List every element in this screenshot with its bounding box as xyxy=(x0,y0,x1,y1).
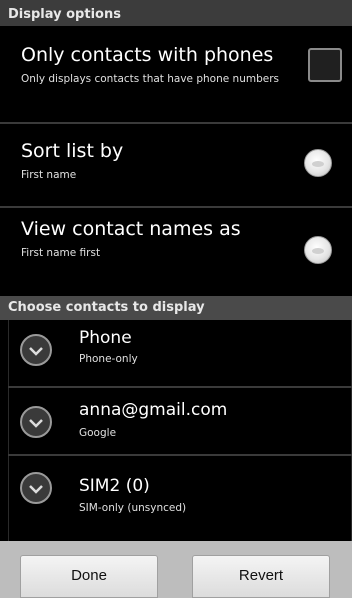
account-type: Google xyxy=(79,427,117,439)
display-options-header: Display options xyxy=(0,0,352,26)
account-type: Phone-only xyxy=(79,353,138,365)
sort-list-title: Sort list by xyxy=(21,140,124,162)
sort-list-value: First name xyxy=(21,169,77,181)
account-name: Phone xyxy=(79,328,132,348)
view-names-radio-icon[interactable] xyxy=(304,236,332,264)
account-row-google[interactable]: anna@gmail.com Google xyxy=(8,388,352,454)
done-button[interactable]: Done xyxy=(20,555,158,598)
account-row-phone[interactable]: Phone Phone-only xyxy=(8,320,352,386)
choose-contacts-header: Choose contacts to display xyxy=(0,296,352,320)
chevron-down-icon[interactable] xyxy=(20,334,52,366)
account-name: anna@gmail.com xyxy=(79,400,228,420)
view-contact-names-row[interactable]: View contact names as First name first xyxy=(0,208,352,296)
button-bar: Done Revert xyxy=(0,541,352,598)
only-contacts-with-phones-row[interactable]: Only contacts with phones Only displays … xyxy=(0,26,352,122)
account-type: SIM-only (unsynced) xyxy=(79,502,187,514)
account-row-sim2[interactable]: SIM2 (0) SIM-only (unsynced) xyxy=(8,456,352,541)
chevron-down-icon[interactable] xyxy=(20,472,52,504)
only-phones-subtitle: Only displays contacts that have phone n… xyxy=(21,73,279,85)
sort-list-radio-icon[interactable] xyxy=(304,149,332,177)
chevron-down-icon[interactable] xyxy=(20,406,52,438)
revert-button[interactable]: Revert xyxy=(192,555,330,598)
only-phones-title: Only contacts with phones xyxy=(21,44,274,66)
view-names-value: First name first xyxy=(21,247,101,259)
sort-list-by-row[interactable]: Sort list by First name xyxy=(0,124,352,206)
account-name: SIM2 (0) xyxy=(79,476,150,496)
only-phones-checkbox[interactable] xyxy=(308,48,342,82)
view-names-title: View contact names as xyxy=(21,218,241,240)
